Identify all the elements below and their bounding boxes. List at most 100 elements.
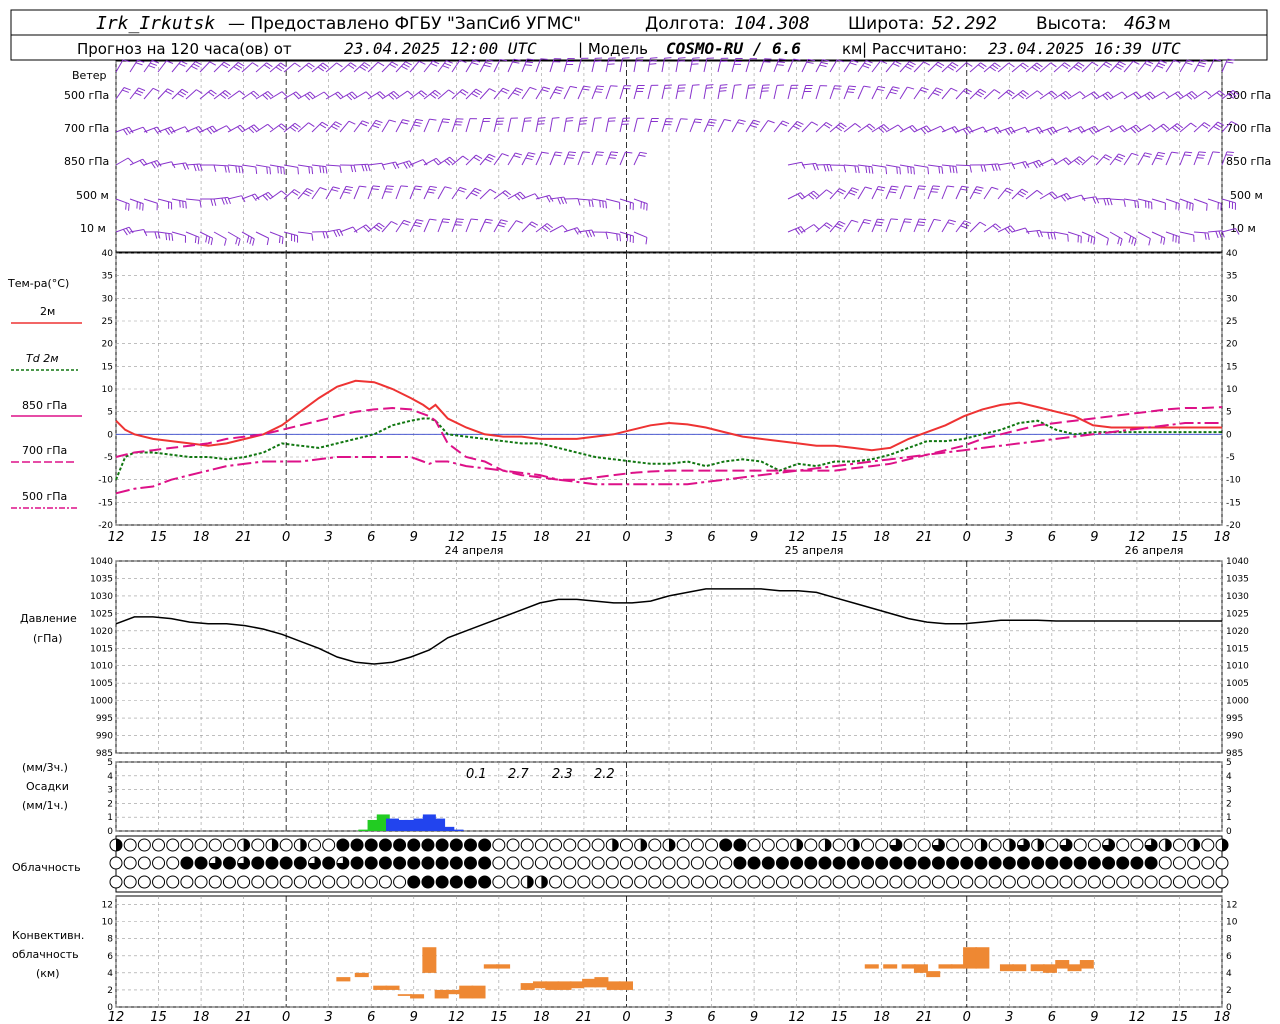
cloud-symbol	[619, 838, 633, 852]
cloud-symbol	[449, 838, 463, 852]
wind-barb	[675, 84, 686, 100]
conv-ytick-right: 12	[1226, 901, 1237, 911]
cloud-symbol	[747, 875, 761, 889]
conv-bar	[926, 971, 941, 978]
wind-barb	[605, 198, 621, 210]
wind-barb	[787, 226, 806, 235]
cloud-symbol	[251, 856, 265, 870]
wind-barb	[423, 185, 437, 200]
wind-barb	[535, 117, 546, 133]
cloud-symbol	[946, 856, 960, 870]
temp-ytick-left: 40	[102, 249, 114, 259]
wind-barb	[199, 125, 218, 135]
wind-barb	[185, 231, 200, 245]
wind-barb	[1193, 59, 1208, 73]
cloud-symbol	[804, 838, 818, 852]
cloud-symbol	[166, 875, 180, 889]
conv-bar	[557, 981, 572, 990]
cloud-symbol	[1016, 875, 1030, 889]
wind-barb	[1067, 194, 1086, 202]
wind-barb	[521, 152, 536, 166]
wind-barb	[801, 224, 820, 233]
wind-barb	[171, 231, 186, 243]
wind-barb	[983, 62, 1001, 73]
wind-level-2: 850 гПа	[64, 155, 109, 168]
conv-ytick-left: 2	[107, 986, 113, 996]
x-hour-label: 12	[108, 1010, 125, 1024]
wind-barb	[311, 62, 329, 73]
wind-barb	[479, 188, 497, 200]
wind-barb	[1151, 151, 1166, 166]
temp-ytick-right: 15	[1226, 362, 1237, 372]
wind-barb	[437, 218, 450, 233]
wind-barb	[521, 86, 537, 100]
wind-barb	[899, 61, 916, 73]
wind-barb	[367, 222, 385, 233]
cloud-symbol	[832, 838, 846, 852]
wind-barb	[423, 60, 440, 73]
cloud-symbol	[1087, 838, 1101, 852]
x-hour-label: 15	[1171, 1010, 1188, 1024]
cloud-symbol	[832, 875, 846, 889]
wind-barb	[185, 89, 203, 100]
precip-ytick-right: 1	[1226, 813, 1232, 823]
conv-ytick-left: 4	[107, 969, 113, 979]
wind-barb	[997, 126, 1016, 136]
cloud-symbol	[1158, 875, 1172, 889]
wind-barb	[689, 118, 703, 133]
temp-ytick-left: 15	[102, 362, 113, 372]
x-hour-label: 12	[788, 1010, 805, 1024]
wind-barb	[899, 86, 915, 100]
cloud-symbol	[931, 875, 945, 889]
cloud-symbol	[705, 838, 719, 852]
wind-barb	[381, 161, 400, 170]
wind-barb	[787, 120, 804, 133]
temp-ytick-right: 0	[1226, 430, 1232, 440]
x-hour-label: 6	[707, 530, 715, 545]
x-hour-label: 0	[622, 530, 630, 545]
wind-barb	[577, 85, 591, 100]
cloud-symbol	[903, 856, 917, 870]
wind-barb	[1039, 191, 1058, 200]
x-hour-label: 15	[150, 530, 167, 545]
legend-500-label: 500 гПа	[22, 490, 67, 503]
cloud-symbol	[1158, 838, 1172, 852]
wind-barb	[1011, 89, 1029, 100]
wind-barb	[661, 118, 674, 133]
cloud-symbol	[775, 875, 789, 889]
wind-barb	[1151, 198, 1166, 211]
x-hour-label: 18	[533, 530, 550, 545]
wind-barb	[311, 187, 327, 200]
header-line-2: Прогноз на 120 часа(ов) от 23.04.2025 12…	[77, 39, 1181, 58]
wind-barb	[1081, 125, 1100, 135]
wind-title: Ветер	[72, 69, 106, 82]
wind-barb	[1067, 62, 1085, 73]
wind-barb	[843, 85, 857, 100]
cloud-symbol	[534, 875, 548, 889]
wind-level-r3: 500 м	[1230, 189, 1263, 202]
wind-barb	[185, 61, 202, 73]
precip-unit-3h: (мм/3ч.)	[22, 761, 68, 774]
cloud-symbol	[1187, 875, 1201, 889]
wind-barb	[913, 164, 930, 175]
cloud-symbol	[492, 875, 506, 889]
cloud-symbol	[123, 875, 137, 889]
cloud-symbol	[1002, 838, 1016, 852]
wind-barb	[577, 198, 594, 208]
cloud-symbol	[393, 875, 407, 889]
wind-barb	[703, 84, 714, 100]
cloud-symbol	[478, 838, 492, 852]
temp-title: Тем-ра(°C)	[7, 277, 69, 290]
cloud-symbol	[1087, 875, 1101, 889]
cloud-symbol	[265, 875, 279, 889]
wind-barb	[913, 86, 929, 100]
wind-barb	[801, 84, 813, 100]
wind-barb	[941, 185, 955, 200]
x-hour-label: 9	[1090, 1010, 1098, 1024]
wind-barb	[927, 164, 944, 174]
cloud-symbol	[1201, 875, 1215, 889]
wind-barb	[1095, 125, 1114, 133]
wind-barb	[143, 87, 160, 100]
wind-barb	[563, 151, 576, 166]
wind-barb	[451, 59, 467, 73]
